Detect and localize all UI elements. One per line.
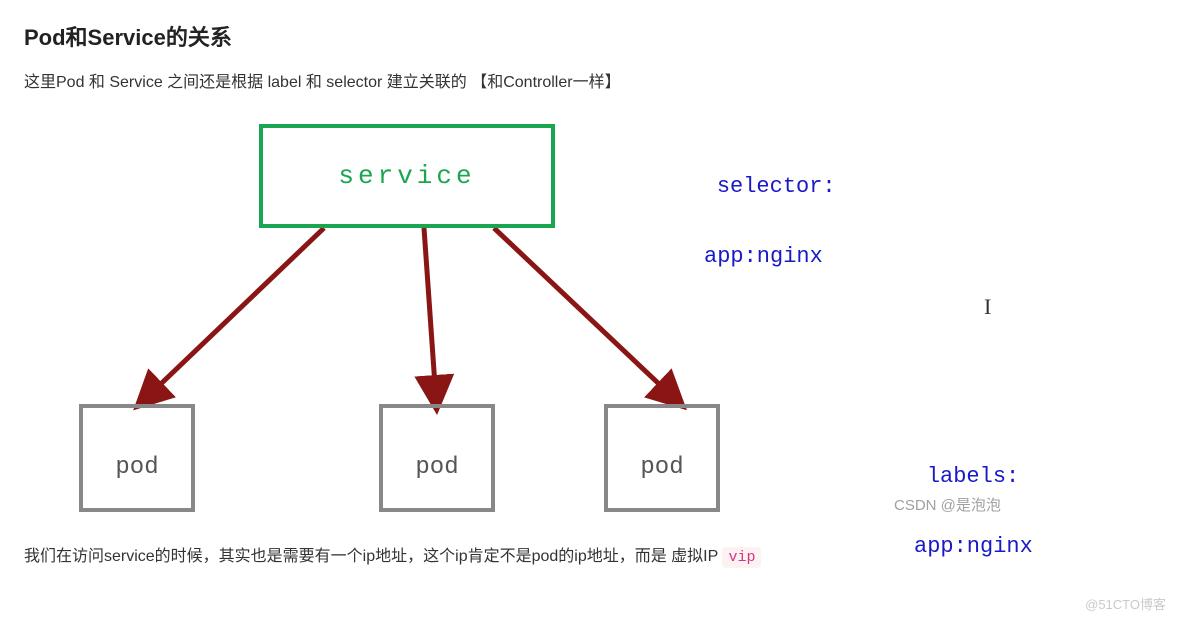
service-box: service [259,124,555,228]
vip-code: vip [722,547,761,568]
selector-value: app:nginx [664,239,836,274]
selector-key: selector: [717,174,836,199]
pod-box-2: pod [379,404,495,512]
service-pod-diagram: service pod pod pod selector: app:nginx … [24,114,1024,534]
footer-watermark: @51CTO博客 [1085,594,1166,613]
labels-value: app:nginx [874,529,1033,564]
labels-annotation: labels: app:nginx [874,424,1033,635]
pod-box-3-label: pod [640,454,683,481]
pod-box-1-label: pod [115,454,158,481]
selector-annotation: selector: app:nginx [664,134,836,345]
pod-box-3: pod [604,404,720,512]
pod-box-1: pod [79,404,195,512]
text-cursor-icon: I [984,294,991,320]
closing-text: 我们在访问service的时候，其实也是需要有一个ip地址，这个ip肯定不是po… [24,548,722,565]
csdn-watermark: CSDN @是泡泡 [894,494,1001,515]
section-heading: Pod和Service的关系 [24,20,1160,52]
service-box-label: service [338,161,475,191]
intro-paragraph: 这里Pod 和 Service 之间还是根据 label 和 selector … [24,70,1160,96]
pod-box-2-label: pod [415,454,458,481]
labels-key: labels: [927,464,1019,489]
